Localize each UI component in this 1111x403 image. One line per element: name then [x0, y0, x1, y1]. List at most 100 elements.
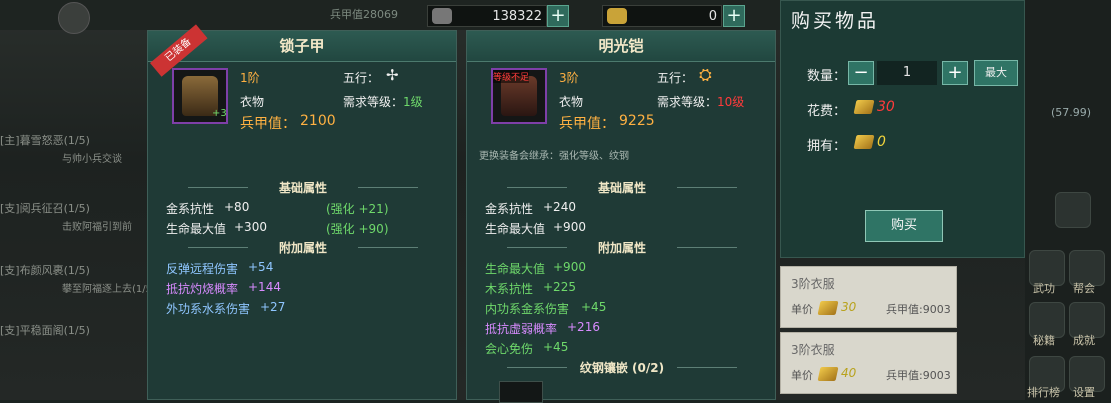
armor-value: 9225: [619, 113, 655, 129]
armor-value: 2100: [300, 113, 336, 129]
extra-attr-value: +216: [567, 320, 600, 334]
element-icon: ✢: [386, 66, 399, 84]
extra-attr-name: 会心免伤: [485, 342, 534, 356]
shop-card-armor: 兵甲值:9003: [886, 303, 951, 316]
extra-attr-header: 附加属性: [507, 239, 737, 255]
attr-name: 生命最大值: [166, 222, 227, 236]
extra-attr-name: 外功系水系伤害: [166, 302, 251, 316]
wuxing-label: 五行：: [657, 71, 694, 85]
attr-value: +80: [224, 200, 250, 214]
player-avatar[interactable]: [58, 2, 90, 34]
attr-value: +300: [234, 220, 267, 234]
extra-attr-value: +54: [248, 260, 274, 274]
quest-line-3: [支]阅兵征召(1/5): [0, 202, 90, 215]
cost-label: 花费：: [807, 104, 847, 119]
attr-bonus: (强化 +21): [326, 202, 389, 216]
wuxing-label: 五行：: [343, 71, 380, 85]
shop-card-price: 30: [841, 300, 857, 314]
armor-label: 兵甲值：: [240, 116, 296, 132]
extra-attr-name: 内功系金系伤害: [485, 302, 570, 316]
right-menu-strip: (57.99) 武功 帮会 秘籍 成就 排行榜 设置: [1025, 0, 1111, 400]
quest-line-1: [主]暮雪怒恶(1/5): [0, 134, 90, 147]
basic-attr-header: 基础属性: [188, 179, 418, 195]
silver-add-button[interactable]: +: [547, 5, 569, 27]
extra-attr-value: +900: [553, 260, 586, 274]
element-icon: ⛭: [699, 65, 712, 84]
attr-name: 生命最大值: [485, 222, 546, 236]
extra-attr-name: 反弹远程伤害: [166, 262, 239, 276]
attr-value: +240: [543, 200, 576, 214]
attr-name: 金系抗性: [485, 202, 534, 216]
own-value: 0: [877, 134, 886, 150]
extra-attr-name: 生命最大值: [485, 262, 546, 276]
quantity-plus-button[interactable]: +: [942, 61, 968, 85]
item-tier: 3阶: [559, 71, 579, 85]
menu-label: 武功: [1033, 282, 1055, 295]
buy-item-panel: 购买物品 数量： − 1 + 最大 花费： 30 拥有： 0 购买: [780, 0, 1025, 258]
extra-attr-name: 木系抗性: [485, 282, 534, 296]
gold-counter: 0: [602, 5, 722, 27]
gold-add-button[interactable]: +: [723, 5, 745, 27]
quest-line-5: [支]布颜风裹(1/5): [0, 264, 90, 277]
shop-card[interactable]: 3阶衣服 单价 40 兵甲值:9003: [780, 332, 957, 394]
menu-label: 帮会: [1073, 282, 1095, 295]
shop-card-name: 3阶衣服: [791, 343, 835, 357]
compare-item-title: 明光铠: [467, 31, 775, 62]
silver-counter: 138322: [427, 5, 547, 27]
item-type: 衣物: [559, 95, 584, 109]
gold-ingot-icon: [817, 301, 839, 315]
equipped-item-icon[interactable]: +3: [172, 68, 228, 124]
menu-label: 秘籍: [1033, 334, 1055, 347]
equipped-item-panel: 锁子甲 已装备 +3 1阶 五行： ✢ 衣物 需求等级： 1级 兵甲值： 210…: [147, 24, 457, 400]
extra-attr-header: 附加属性: [188, 239, 418, 255]
gold-value: 0: [708, 8, 717, 24]
extra-attr-value: +144: [248, 280, 281, 294]
shop-card-name: 3阶衣服: [791, 277, 835, 291]
silver-value: 138322: [492, 8, 542, 24]
attr-name: 金系抗性: [166, 202, 215, 216]
max-quantity-button[interactable]: 最大: [974, 60, 1018, 86]
level-insufficient-label: 等级不足: [493, 70, 530, 83]
item-tier: 1阶: [240, 71, 260, 85]
own-label: 拥有：: [807, 139, 847, 154]
quantity-label: 数量：: [807, 69, 847, 84]
buy-panel-title: 购买物品: [791, 10, 880, 32]
menu-label: 成就: [1073, 334, 1095, 347]
inherit-note: 更换装备会继承：强化等级、纹钢: [479, 151, 629, 162]
gold-ingot-icon: [853, 100, 875, 114]
menu-label: 设置: [1073, 386, 1095, 399]
extra-attr-value: +225: [543, 280, 576, 294]
quantity-minus-button[interactable]: −: [848, 61, 874, 85]
quest-line-7: [支]平稳面阁(1/5): [0, 324, 90, 337]
shop-card-unit-label: 单价: [791, 303, 813, 316]
gold-ingot-icon: [817, 367, 839, 381]
extra-attr-name: 抵抗虚弱概率: [485, 322, 558, 336]
menu-label: 排行榜: [1027, 386, 1060, 399]
extra-attr-value: +45: [543, 340, 569, 354]
extra-attr-name: 抵抗灼烧概率: [166, 282, 239, 296]
extra-attr-value: +27: [260, 300, 286, 314]
gold-ingot-icon: [607, 8, 627, 24]
item-type: 衣物: [240, 95, 265, 109]
gold-ingot-icon: [853, 135, 875, 149]
shop-card-armor: 兵甲值:9003: [886, 369, 951, 382]
quantity-input[interactable]: 1: [877, 61, 937, 85]
compare-item-icon[interactable]: 等级不足: [491, 68, 547, 124]
socket-header: 纹钢镶嵌 (0/2): [507, 359, 737, 375]
req-label: 需求等级：: [343, 95, 404, 109]
basic-attr-header: 基础属性: [507, 179, 737, 195]
req-level: 1级: [403, 95, 423, 109]
silver-icon: [432, 8, 452, 24]
buy-button[interactable]: 购买: [865, 210, 943, 242]
cost-value: 30: [877, 99, 895, 115]
grid-menu-icon[interactable]: [1055, 192, 1091, 228]
shop-card-unit-label: 单价: [791, 369, 813, 382]
req-label: 需求等级：: [657, 95, 718, 109]
hud-armor-text: 兵甲值28069: [330, 8, 398, 21]
shop-card[interactable]: 3阶衣服 单价 30 兵甲值:9003: [780, 266, 957, 328]
req-level: 10级: [717, 95, 745, 109]
attr-value: +900: [553, 220, 586, 234]
armor-label: 兵甲值：: [559, 116, 615, 132]
enhance-level: +3: [212, 108, 227, 119]
extra-attr-value: +45: [581, 300, 607, 314]
